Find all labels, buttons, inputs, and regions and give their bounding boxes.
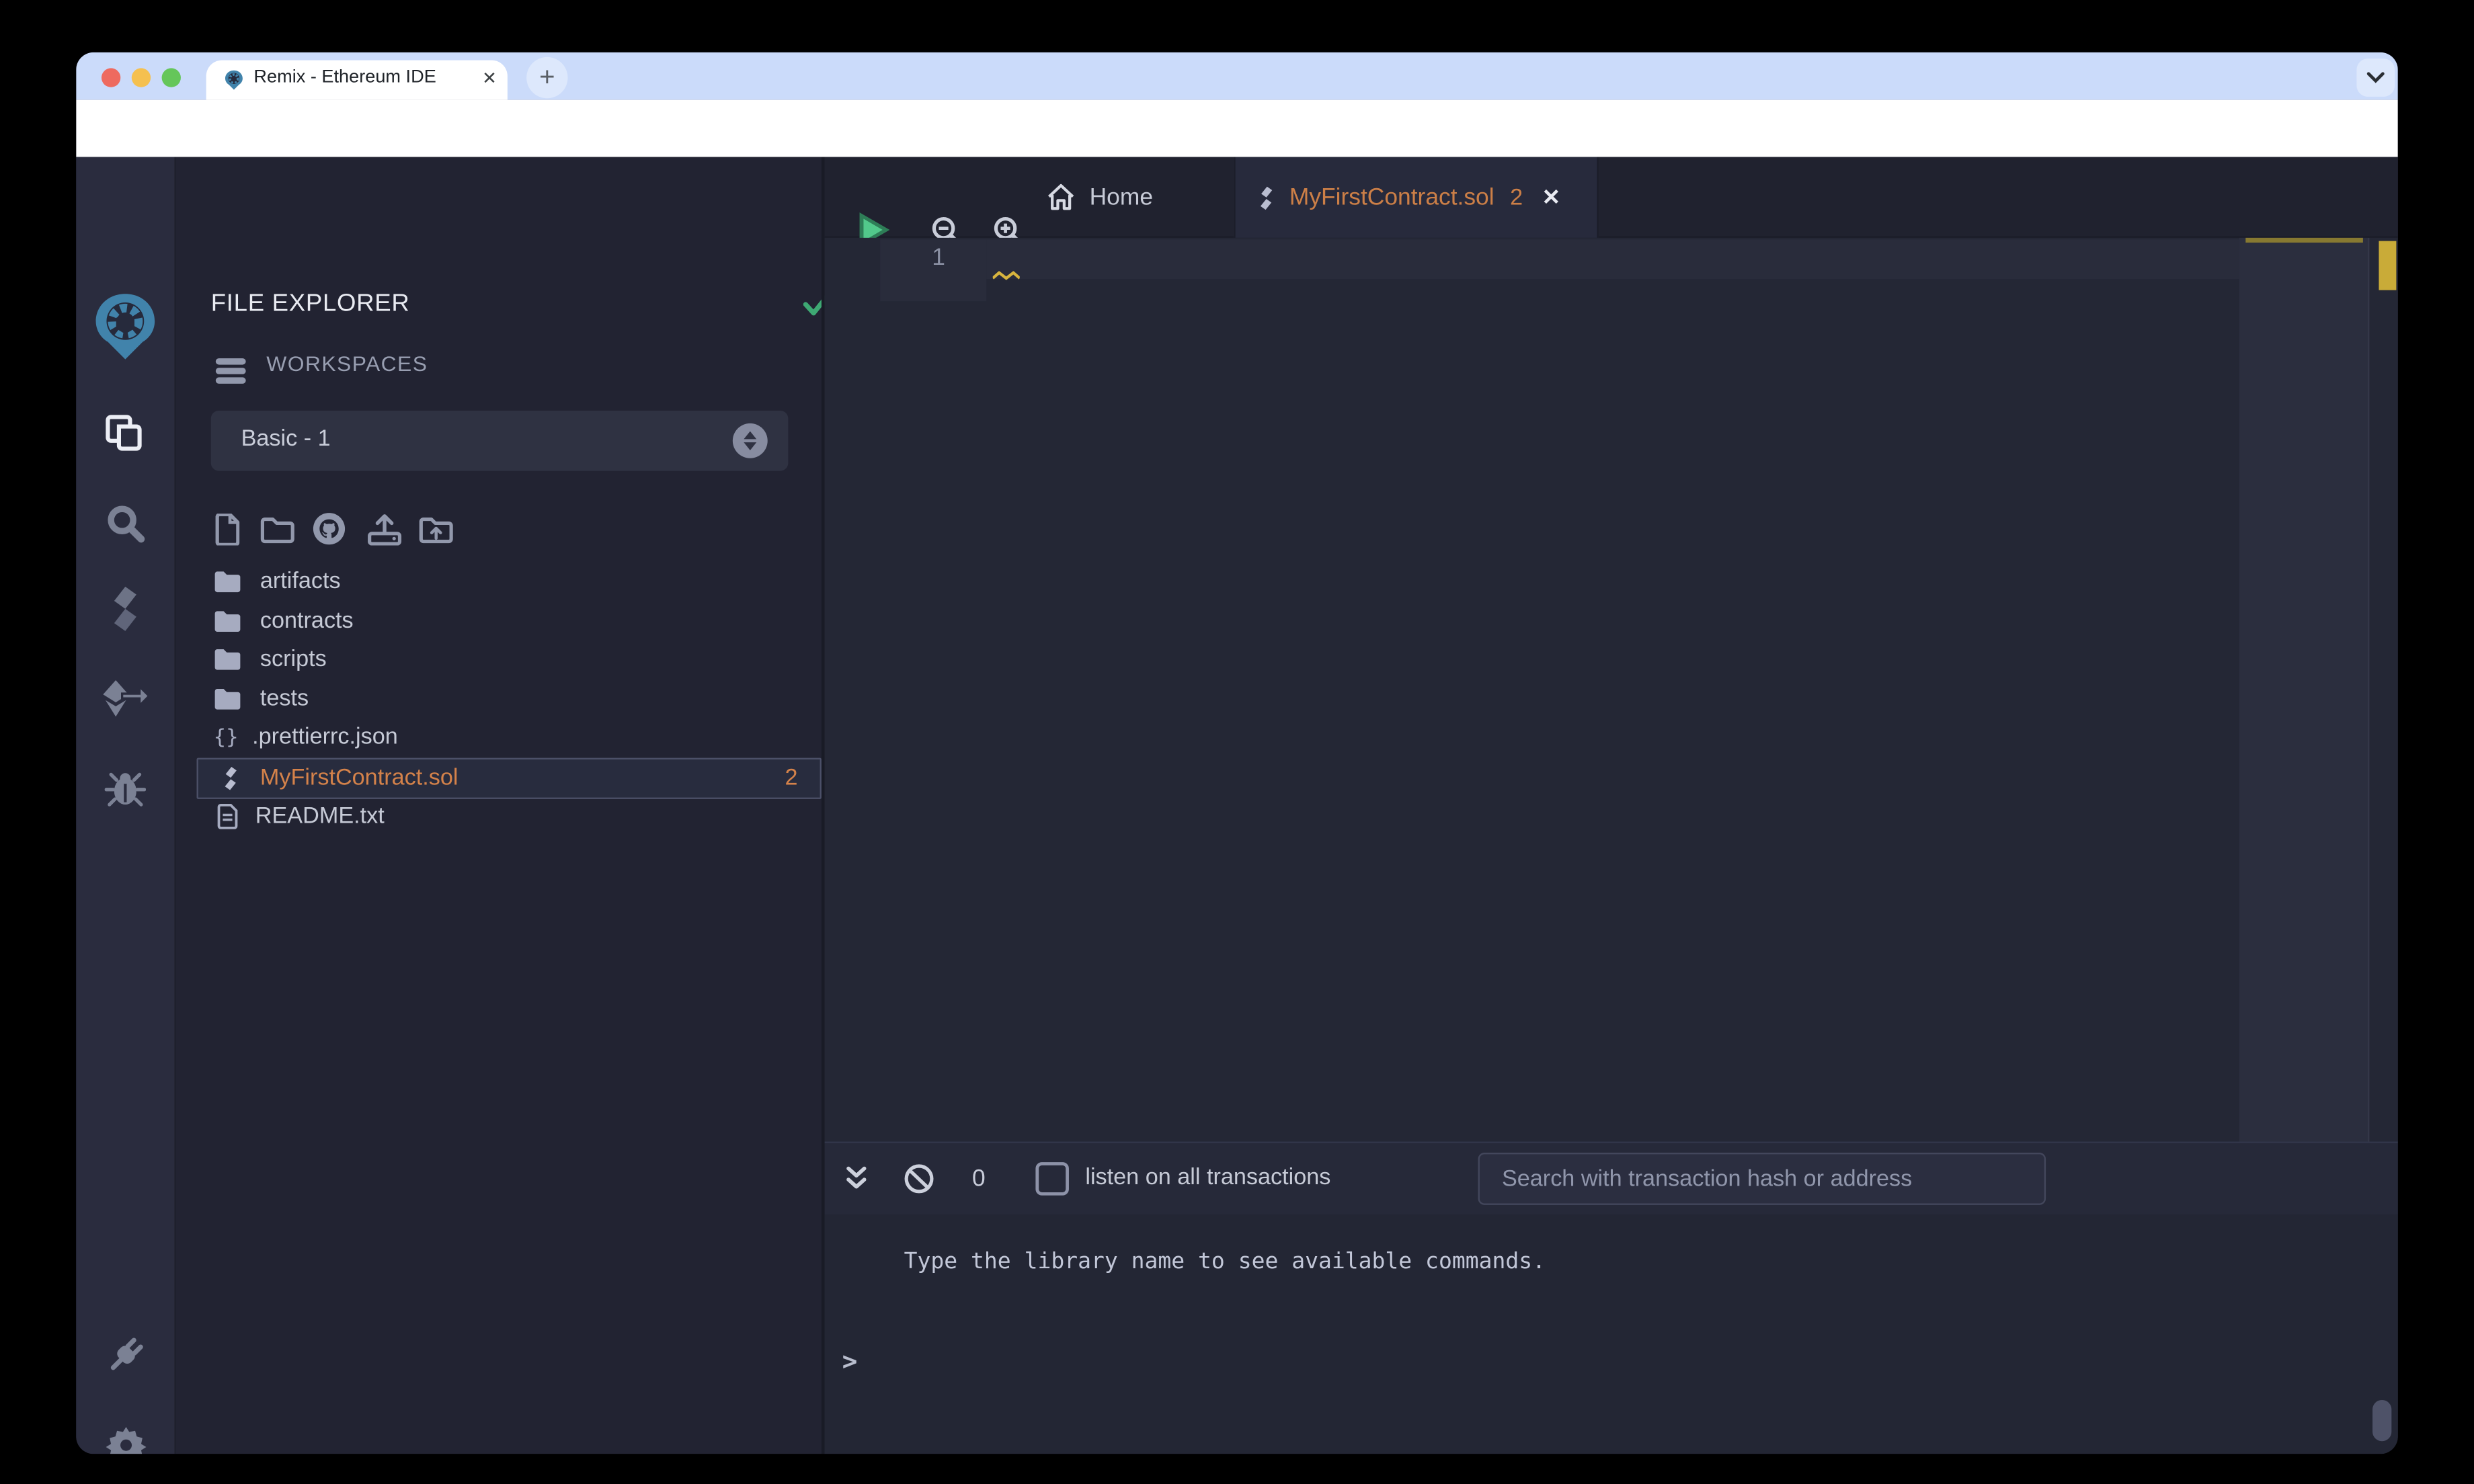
debugger-icon[interactable] xyxy=(90,753,160,823)
text-file-icon xyxy=(214,803,241,829)
tree-row-contracts[interactable]: contracts xyxy=(197,602,842,641)
tab-search-chevron-icon xyxy=(2366,71,2385,84)
listen-all-checkbox[interactable] xyxy=(1036,1161,1070,1195)
macos-close-button[interactable] xyxy=(101,68,121,87)
macos-zoom-button[interactable] xyxy=(161,68,181,87)
macos-minimize-button[interactable] xyxy=(131,68,151,87)
folder-icon xyxy=(214,649,241,671)
tree-row-scripts[interactable]: scripts xyxy=(197,641,842,679)
remix-favicon-icon xyxy=(224,70,245,91)
minimap[interactable] xyxy=(2239,237,2370,1142)
workspace-select[interactable]: Basic - 1 xyxy=(210,410,789,471)
workspaces-menu-icon[interactable] xyxy=(215,358,246,387)
editor-zone: Home MyFirstContract.sol 2 ✕ 1 0 listen … xyxy=(824,157,2398,1454)
panel-title: FILE EXPLORER xyxy=(210,290,410,317)
editor-tab-bar: Home MyFirstContract.sol 2 ✕ xyxy=(824,157,2398,247)
tab-file-badge: 2 xyxy=(1510,184,1523,210)
tab-myfirstcontract[interactable]: MyFirstContract.sol 2 ✕ xyxy=(1234,157,1599,238)
listen-all-label[interactable]: listen on all transactions xyxy=(1085,1165,1330,1191)
remix-logo-icon[interactable] xyxy=(90,292,160,362)
new-folder-icon[interactable] xyxy=(259,516,297,544)
file-explorer-icon[interactable] xyxy=(90,398,160,468)
warning-squiggle xyxy=(992,271,1020,280)
terminal-prompt: > xyxy=(842,1346,858,1376)
problems-badge: 2 xyxy=(785,766,798,792)
terminal-message: Type the library name to see available c… xyxy=(904,1249,1546,1275)
clone-github-icon[interactable] xyxy=(313,512,346,546)
plugin-manager-icon[interactable] xyxy=(90,1319,160,1389)
file-name: contracts xyxy=(260,608,354,634)
browser-tab-title: Remix - Ethereum IDE xyxy=(253,68,436,87)
upload-folder-icon[interactable] xyxy=(417,516,455,544)
collapse-terminal-icon[interactable] xyxy=(844,1165,869,1191)
browser-tab[interactable]: Remix - Ethereum IDE ✕ xyxy=(206,60,508,100)
tab-close-icon[interactable]: ✕ xyxy=(482,68,497,89)
file-name: .prettierrc.json xyxy=(252,725,398,751)
browser-tab-strip: Remix - Ethereum IDE ✕ + xyxy=(76,52,2398,100)
tab-search-button[interactable] xyxy=(2356,58,2395,97)
tab-home[interactable]: Home xyxy=(1047,157,1153,238)
file-name: tests xyxy=(260,686,309,712)
terminal-scrollbar-thumb[interactable] xyxy=(2372,1399,2392,1442)
plus-icon: + xyxy=(539,60,555,91)
remix-app: FILE EXPLORER › WORKSPACES Basic - 1 xyxy=(76,157,2398,1454)
terminal-output[interactable]: Type the library name to see available c… xyxy=(824,1214,2398,1454)
browser-toolbar: remix.ethereum.org/#lang=en&optimize=fal… xyxy=(76,99,2398,194)
transaction-search-input[interactable] xyxy=(1478,1152,2046,1205)
minimap-warning-line xyxy=(2245,237,2363,243)
tree-row-readme[interactable]: README.txt xyxy=(197,796,842,835)
folder-icon xyxy=(214,688,241,710)
upload-file-icon[interactable] xyxy=(365,512,403,546)
workspace-selected-value: Basic - 1 xyxy=(241,426,331,452)
pending-tx-count: 0 xyxy=(972,1164,986,1192)
settings-gear-icon[interactable] xyxy=(90,1409,160,1454)
scrollbar-warning-marker xyxy=(2379,241,2397,290)
tab-close-icon[interactable]: ✕ xyxy=(1542,184,1561,211)
file-explorer-panel: FILE EXPLORER › WORKSPACES Basic - 1 xyxy=(175,157,875,1454)
file-name: scripts xyxy=(260,647,327,673)
solidity-compiler-icon[interactable] xyxy=(90,574,160,644)
file-name: MyFirstContract.sol xyxy=(260,766,458,792)
file-name: README.txt xyxy=(255,803,385,829)
search-icon[interactable] xyxy=(90,489,160,559)
tree-row-tests[interactable]: tests xyxy=(197,679,842,718)
tab-file-label: MyFirstContract.sol xyxy=(1289,183,1494,211)
code-editor[interactable]: 1 xyxy=(824,237,2398,1142)
solidity-file-icon xyxy=(1258,185,1275,210)
clear-console-icon[interactable] xyxy=(902,1163,934,1193)
folder-icon xyxy=(214,610,241,632)
json-braces-icon: {} xyxy=(213,726,239,750)
deploy-run-icon[interactable] xyxy=(90,664,160,734)
workspaces-label: WORKSPACES xyxy=(266,352,428,376)
tab-home-label: Home xyxy=(1089,183,1154,211)
tree-row-prettierrc[interactable]: {} .prettierrc.json xyxy=(197,718,842,757)
terminal-toolbar: 0 listen on all transactions xyxy=(824,1141,2398,1214)
current-line-highlight xyxy=(986,239,2239,280)
workspace-select-arrows-icon xyxy=(732,423,768,458)
icon-rail xyxy=(76,157,176,1454)
tree-row-myfirstcontract-selected[interactable]: MyFirstContract.sol 2 xyxy=(196,757,822,800)
home-icon xyxy=(1047,183,1075,211)
browser-window: Remix - Ethereum IDE ✕ + FILE EXPLORER W… xyxy=(76,52,2398,1454)
new-tab-button[interactable]: + xyxy=(526,56,568,99)
line-number: 1 xyxy=(932,244,945,272)
new-file-icon[interactable] xyxy=(211,512,243,546)
screenshot-stage: Remix - Ethereum IDE ✕ + FILE EXPLORER W… xyxy=(0,0,2474,1484)
tree-row-artifacts[interactable]: artifacts xyxy=(197,563,842,602)
folder-icon xyxy=(214,571,241,593)
file-name: artifacts xyxy=(260,569,341,595)
solidity-file-icon xyxy=(217,766,244,791)
